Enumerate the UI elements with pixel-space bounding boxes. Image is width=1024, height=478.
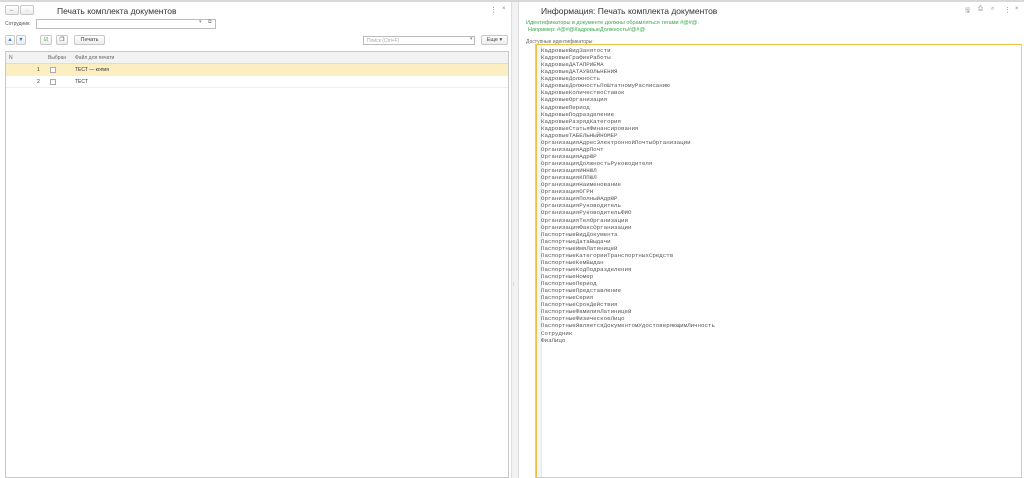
close-icon[interactable]: × <box>1015 6 1019 12</box>
identifier-line: ОрганизацияПолныйАдрЮР <box>541 195 618 203</box>
identifier-line: ОрганизацияИННЮЛ <box>541 167 597 175</box>
col-selected: Выбран <box>48 55 67 61</box>
identifier-line: КадровыеСтатьяФинансирования <box>541 124 639 132</box>
identifier-line: ФизЛицо <box>541 336 566 344</box>
hint-example: Например: #@#@КадровыеДолжность#@#@ <box>528 27 646 33</box>
identifier-line: ПаспортныеВидДокумента <box>541 230 618 238</box>
table-row[interactable]: 1 ТЕСТ — копия <box>6 64 508 76</box>
identifier-line: ПаспортныеПредставление <box>541 287 622 295</box>
info-title: Информация: Печать комплекта документов <box>541 6 718 16</box>
identifier-line: Сотрудник <box>541 329 573 337</box>
identifier-line: КадровыеРазрядКатегория <box>541 117 622 125</box>
identifier-line: КадровыеДАТАУВОЛЬНЕНИЯ <box>541 68 618 76</box>
employee-label: Сотрудник: <box>5 21 31 27</box>
identifier-line: ОрганизацияОГРН <box>541 188 594 196</box>
identifier-line: КадровыеТАБЕЛЬНЫЙНОМЕР <box>541 131 618 139</box>
move-down-button[interactable]: ▼ <box>16 35 26 45</box>
identifier-line: ПаспортныеКемВыдан <box>541 258 604 266</box>
identifier-line: КадровыеОрганизация <box>541 96 608 104</box>
identifier-line: КадровыеПодразделение <box>541 110 615 118</box>
more-button[interactable]: Еще ▾ <box>481 35 508 45</box>
print-icon[interactable]: ⎙ <box>978 6 983 13</box>
identifier-line: КадровыеВидЗанятости <box>541 47 611 54</box>
row-file: ТЕСТ <box>75 79 88 85</box>
identifier-line: ПаспортныеСрокДействия <box>541 301 618 309</box>
identifier-line: КадровыеГрафикРаботы <box>541 54 611 62</box>
print-set-form: ← → Печать комплекта документов ⋮ × Сотр… <box>0 2 512 478</box>
preview-icon[interactable]: ⌕ <box>991 6 994 13</box>
table-row[interactable]: 2 ТЕСТ <box>6 76 508 88</box>
table-header: N Выбран Файл для печати <box>6 52 508 64</box>
print-button[interactable]: Печать <box>74 35 105 45</box>
arrow-up-icon: ▲ <box>7 37 13 43</box>
identifier-line: ПаспортныеФизическоеЛицо <box>541 315 625 323</box>
identifier-line: ПаспортныеКодПодразделения <box>541 265 632 273</box>
identifier-line: ПаспортныеСерия <box>541 294 594 302</box>
identifiers-list: КадровыеВидЗанятости КадровыеГрафикРаботы… <box>541 47 715 344</box>
copy-icon: ❐ <box>59 37 65 43</box>
identifier-line: ОрганизацияДолжностьРуководителя <box>541 160 653 167</box>
identifier-line: ОрганизацияНаименование <box>541 181 622 189</box>
more-vert-icon[interactable]: ⋮ <box>490 6 497 14</box>
open-icon[interactable]: ⧉ <box>208 19 212 25</box>
identifier-line: ОрганизацияАдрПочт <box>541 145 604 153</box>
row-checkbox[interactable] <box>50 67 56 73</box>
back-button[interactable]: ← <box>5 5 19 15</box>
row-file: ТЕСТ — копия <box>75 67 109 73</box>
hint-text: Идентификаторы в документе должны обрамл… <box>526 20 699 26</box>
identifier-line: ОрганизацияФаксОрганизации <box>541 223 632 231</box>
employee-field[interactable] <box>36 19 216 29</box>
identifier-line: ОрганизацияТелОрганизации <box>541 216 628 224</box>
identifier-line: КадровыеДолжность <box>541 75 601 83</box>
identifier-line: ОрганизацияРуководительФИО <box>541 209 632 217</box>
search-dropdown-icon[interactable]: ▾ <box>470 36 473 42</box>
identifier-line: ПаспортныеДатаВыдачи <box>541 237 611 245</box>
dropdown-icon[interactable]: ▾ <box>199 19 202 25</box>
identifier-line: КадровыеПериод <box>541 103 590 111</box>
more-vert-icon[interactable]: ⋮ <box>1004 6 1011 14</box>
identifier-line: ПаспортныеФамилияЛатиницей <box>541 308 632 316</box>
identifier-line: ПаспортныеКатегорииТранспортныхСредств <box>541 251 674 259</box>
row-checkbox[interactable] <box>50 79 56 85</box>
check-all-icon: ☑ <box>43 37 49 43</box>
check-all-button[interactable]: ☑ <box>40 35 52 45</box>
row-number: 1 <box>37 67 40 73</box>
copy-button[interactable]: ❐ <box>56 35 68 45</box>
close-icon[interactable]: × <box>502 6 506 12</box>
identifier-line: КадровыеДАТАПРИЕМА <box>541 61 604 69</box>
identifier-line: КадровыеДолжностьПоШтатномуРасписанию <box>541 82 670 90</box>
save-icon[interactable]: 🖫 <box>965 6 970 16</box>
identifier-line: ОрганизацияАдрЮР <box>541 152 597 160</box>
identifier-line: ОрганизацияАдресЭлектроннойПочтыОрганиза… <box>541 138 691 146</box>
arrow-right-icon: → <box>24 7 30 13</box>
search-input[interactable]: Поиск (Ctrl+F) <box>363 36 475 45</box>
arrow-down-icon: ▼ <box>18 37 24 43</box>
col-file: Файл для печати <box>75 55 115 61</box>
identifier-line: КадровыеКоличествоСтавок <box>541 89 625 97</box>
arrow-left-icon: ← <box>9 7 15 13</box>
files-table: N Выбран Файл для печати 1 ТЕСТ — копия … <box>5 51 509 478</box>
forward-button[interactable]: → <box>20 5 34 15</box>
identifier-line: ОрганизацияРуководитель <box>541 202 622 210</box>
form-title: Печать комплекта документов <box>57 6 177 16</box>
identifier-line: ОрганизацияКППЮЛ <box>541 174 597 182</box>
col-n: N <box>9 55 13 61</box>
identifier-line: ПаспортныеПериод <box>541 280 597 288</box>
identifiers-textarea[interactable]: КадровыеВидЗанятости КадровыеГрафикРаботы… <box>535 44 1022 478</box>
row-number: 2 <box>37 79 40 85</box>
identifier-line: ПаспортныеНомер <box>541 273 594 280</box>
identifier-line: ПаспортныеИмяЛатиницей <box>541 244 618 252</box>
identifier-line: ПаспортныеЯвляетсяДокументомУдостоверяющ… <box>541 322 715 330</box>
move-up-button[interactable]: ▲ <box>5 35 15 45</box>
